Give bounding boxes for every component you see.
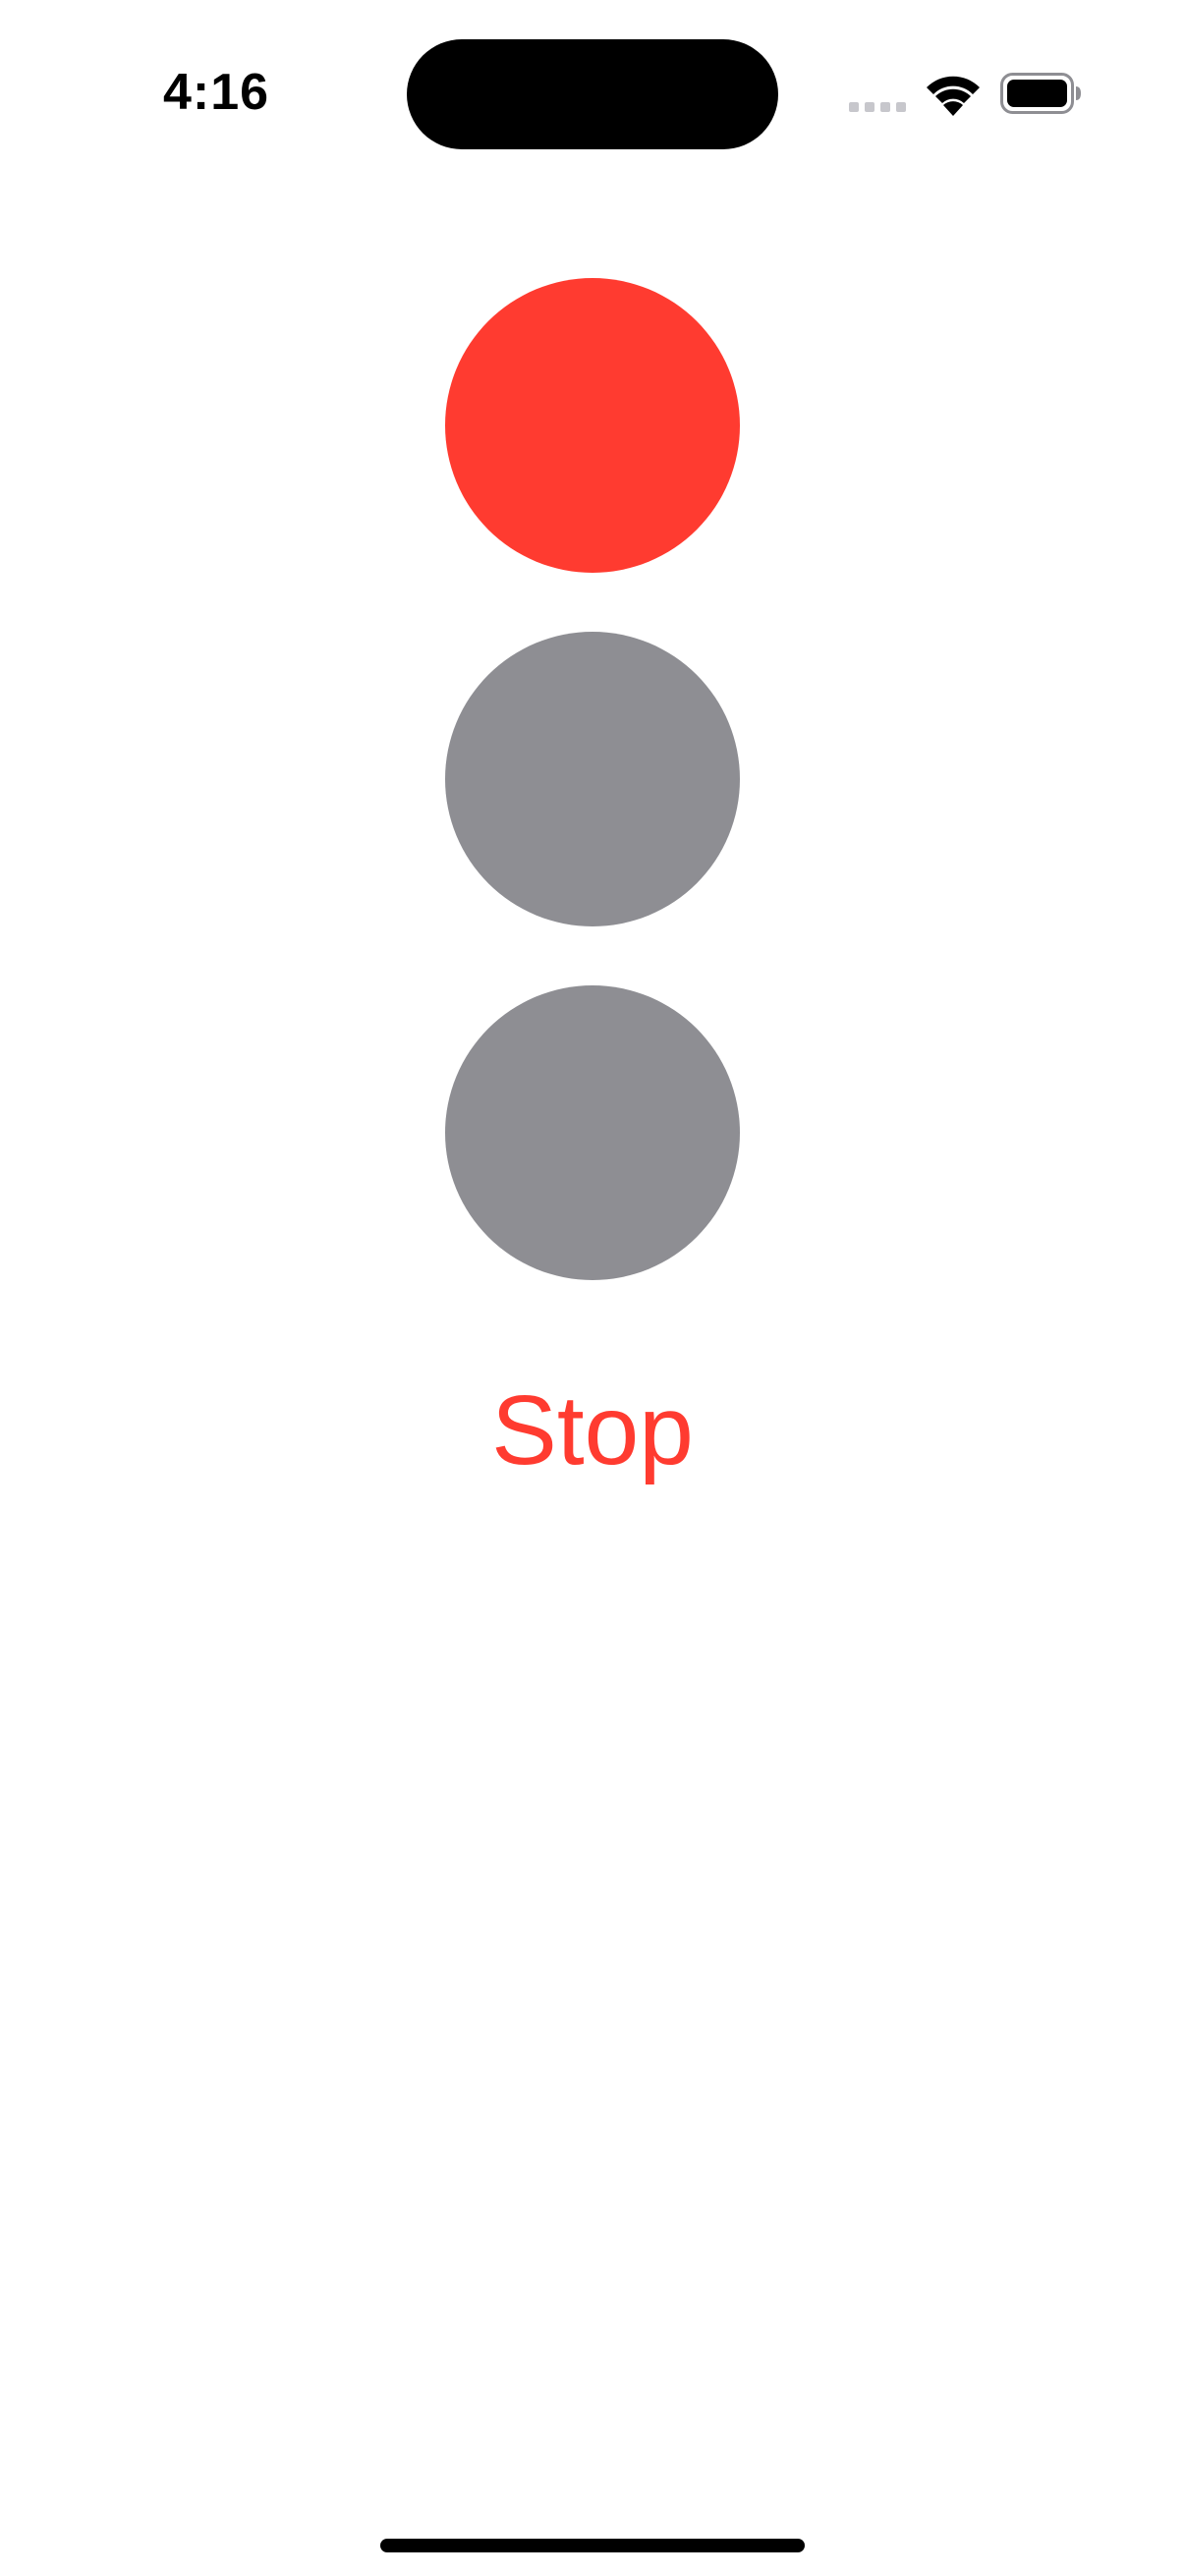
red-light <box>445 278 740 573</box>
home-indicator[interactable] <box>380 2539 805 2552</box>
signal-status-label: Stop <box>491 1375 694 1485</box>
yellow-light <box>445 632 740 926</box>
traffic-light <box>0 0 1185 1375</box>
green-light <box>445 985 740 1280</box>
